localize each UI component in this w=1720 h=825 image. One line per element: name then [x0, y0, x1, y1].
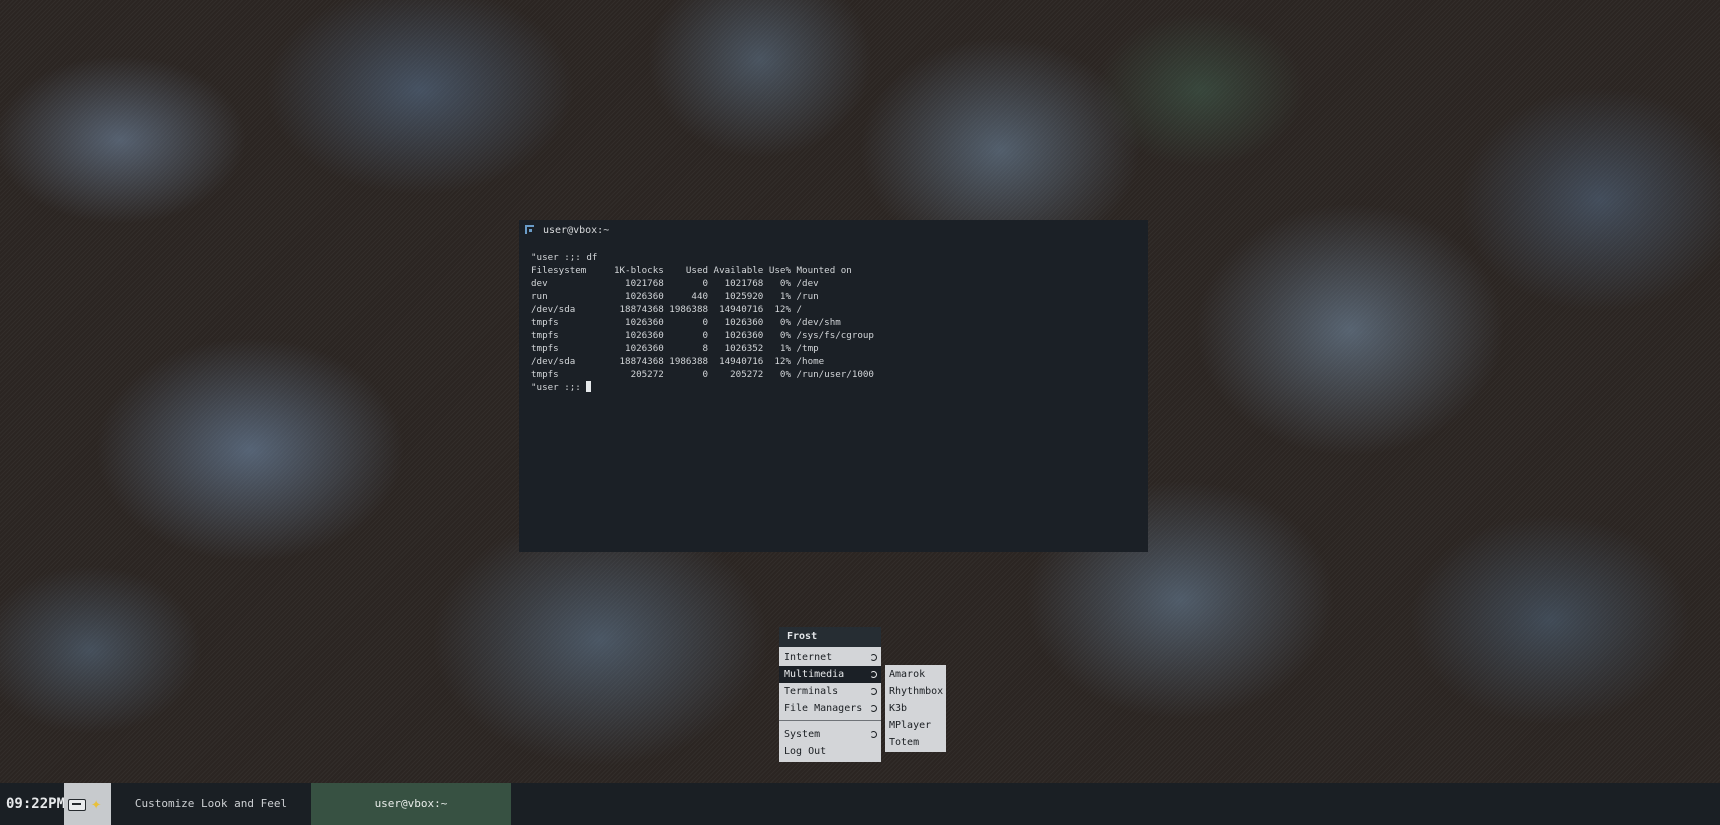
menu-item-internet[interactable]: Internet	[779, 649, 881, 666]
terminal-prompt: "user :;:	[531, 382, 587, 393]
menu-item-file-managers[interactable]: File Managers	[779, 700, 881, 717]
terminal-output[interactable]: "user :;: df Filesystem 1K-blocks Used A…	[519, 240, 1148, 394]
menu-title: Frost	[779, 627, 881, 647]
submenu-arrow-icon	[870, 705, 877, 712]
submenu-arrow-icon	[870, 688, 877, 695]
submenu-item-mplayer[interactable]: MPlayer	[885, 717, 946, 734]
root-menu[interactable]: Frost Internet Multimedia Terminals File…	[779, 627, 881, 762]
submenu-item-k3b[interactable]: K3b	[885, 700, 946, 717]
menu-item-terminals[interactable]: Terminals	[779, 683, 881, 700]
menu-item-label: Log Out	[784, 746, 827, 757]
menu-item-multimedia[interactable]: Multimedia	[779, 666, 881, 683]
terminal-window-icon[interactable]	[525, 225, 535, 235]
multimedia-submenu[interactable]: Amarok Rhythmbox K3b MPlayer Totem	[885, 665, 946, 752]
menu-item-label: System	[784, 729, 821, 740]
menu-item-system[interactable]: System	[779, 726, 881, 743]
menu-item-label: File Managers	[784, 703, 863, 714]
submenu-arrow-icon	[870, 654, 877, 661]
submenu-arrow-icon	[870, 671, 877, 678]
terminal-title: user@vbox:~	[543, 224, 610, 236]
submenu-item-totem[interactable]: Totem	[885, 734, 946, 751]
menu-item-label: Terminals	[784, 686, 839, 697]
menu-separator	[779, 720, 881, 721]
terminal-output-text: "user :;: df Filesystem 1K-blocks Used A…	[531, 252, 874, 380]
taskbar-task-terminal[interactable]: user@vbox:~	[311, 783, 511, 825]
terminal-cursor	[586, 381, 592, 392]
keyboard-icon[interactable]	[68, 799, 86, 811]
system-tray: ✦	[64, 783, 111, 825]
submenu-item-amarok[interactable]: Amarok	[885, 666, 946, 683]
terminal-titlebar[interactable]: user@vbox:~	[519, 220, 1148, 240]
menu-item-label: Internet	[784, 652, 833, 663]
submenu-item-rhythmbox[interactable]: Rhythmbox	[885, 683, 946, 700]
submenu-arrow-icon	[870, 731, 877, 738]
taskbar: 09:22PM ✦ Customize Look and Feel user@v…	[0, 783, 1720, 825]
taskbar-task-customize[interactable]: Customize Look and Feel	[111, 783, 311, 825]
menu-item-log-out[interactable]: Log Out	[779, 743, 881, 760]
clock[interactable]: 09:22PM	[6, 783, 65, 825]
terminal-window[interactable]: user@vbox:~ "user :;: df Filesystem 1K-b…	[519, 220, 1148, 552]
menu-item-label: Multimedia	[784, 669, 845, 680]
star-icon[interactable]: ✦	[91, 794, 101, 814]
